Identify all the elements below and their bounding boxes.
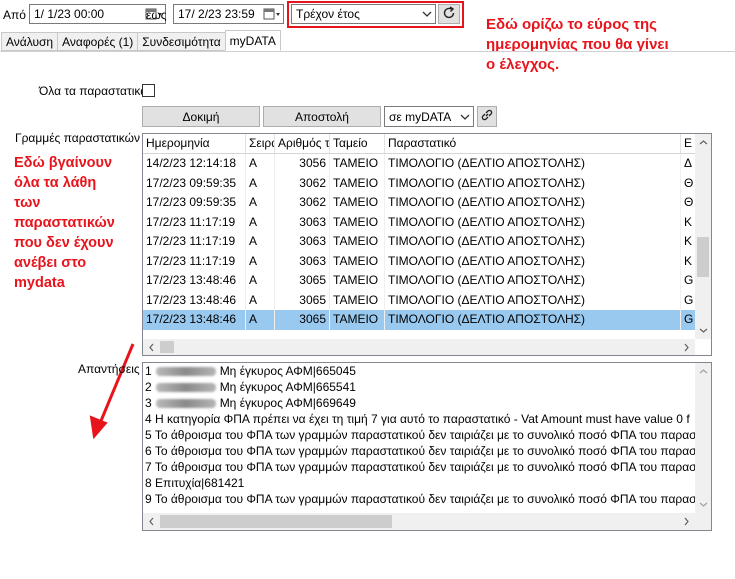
responses-box[interactable]: 1 Μη έγκυρος ΑΦΜ|665045 2 Μη έγκυρος ΑΦΜ|66… bbox=[142, 362, 712, 531]
response-text: Μη έγκυρος ΑΦΜ|665045 bbox=[219, 364, 356, 378]
scroll-left-icon[interactable] bbox=[143, 513, 160, 530]
scrollbar-corner bbox=[695, 513, 711, 530]
list-item: 2 Μη έγκυρος ΑΦΜ|665541 bbox=[143, 380, 711, 396]
scroll-down-icon[interactable] bbox=[695, 496, 711, 513]
response-text: Το άθροισμα του ΦΠΑ των γραμμών παραστατ… bbox=[154, 460, 702, 474]
list-item: 6 Το άθροισμα του ΦΠΑ των γραμμών παραστ… bbox=[143, 444, 711, 460]
response-number: 5 bbox=[145, 428, 152, 442]
list-item: 1 Μη έγκυρος ΑΦΜ|665045 bbox=[143, 364, 711, 380]
response-number: 7 bbox=[145, 460, 152, 474]
response-text: Η κατηγορία ΦΠΑ πρέπει να έχει τη τιμή 7… bbox=[155, 412, 690, 426]
list-item: 4 Η κατηγορία ΦΠΑ πρέπει να έχει τη τιμή… bbox=[143, 412, 711, 428]
response-number: 8 bbox=[145, 476, 152, 490]
scroll-right-icon[interactable] bbox=[678, 513, 695, 530]
scroll-up-icon[interactable] bbox=[695, 363, 711, 380]
redacted-name bbox=[155, 399, 216, 409]
list-item: 7 Το άθροισμα του ΦΠΑ των γραμμών παραστ… bbox=[143, 460, 711, 476]
list-item: 3 Μη έγκυρος ΑΦΜ|669649 bbox=[143, 396, 711, 412]
responses-list: 1 Μη έγκυρος ΑΦΜ|665045 2 Μη έγκυρος ΑΦΜ|66… bbox=[143, 363, 711, 508]
response-number: 4 bbox=[145, 412, 152, 426]
response-text: Το άθροισμα του ΦΠΑ των γραμμών παραστατ… bbox=[154, 492, 702, 506]
response-text: Μη έγκυρος ΑΦΜ|665541 bbox=[219, 380, 356, 394]
response-text: Επιτυχία|681421 bbox=[155, 476, 245, 490]
response-number: 6 bbox=[145, 444, 152, 458]
responses-horizontal-scrollbar[interactable] bbox=[143, 513, 695, 530]
list-item: 5 Το άθροισμα του ΦΠΑ των γραμμών παραστ… bbox=[143, 428, 711, 444]
response-text: Το άθροισμα του ΦΠΑ των γραμμών παραστατ… bbox=[154, 428, 702, 442]
list-item: 9 Το άθροισμα του ΦΠΑ των γραμμών παραστ… bbox=[143, 492, 711, 508]
response-text: Το άθροισμα του ΦΠΑ των γραμμών παραστατ… bbox=[154, 444, 702, 458]
redacted-name bbox=[155, 367, 216, 377]
responses-label: Απαντήσεις bbox=[78, 362, 140, 376]
response-number: 1 bbox=[145, 364, 152, 378]
response-number: 9 bbox=[145, 492, 152, 506]
responses-hscroll-thumb[interactable] bbox=[160, 515, 392, 528]
response-number: 3 bbox=[145, 396, 152, 410]
list-item: 8 Επιτυχία|681421 bbox=[143, 476, 711, 492]
response-number: 2 bbox=[145, 380, 152, 394]
responses-vertical-scrollbar[interactable] bbox=[695, 363, 711, 513]
response-text: Μη έγκυρος ΑΦΜ|669649 bbox=[219, 396, 356, 410]
redacted-name bbox=[155, 383, 216, 393]
